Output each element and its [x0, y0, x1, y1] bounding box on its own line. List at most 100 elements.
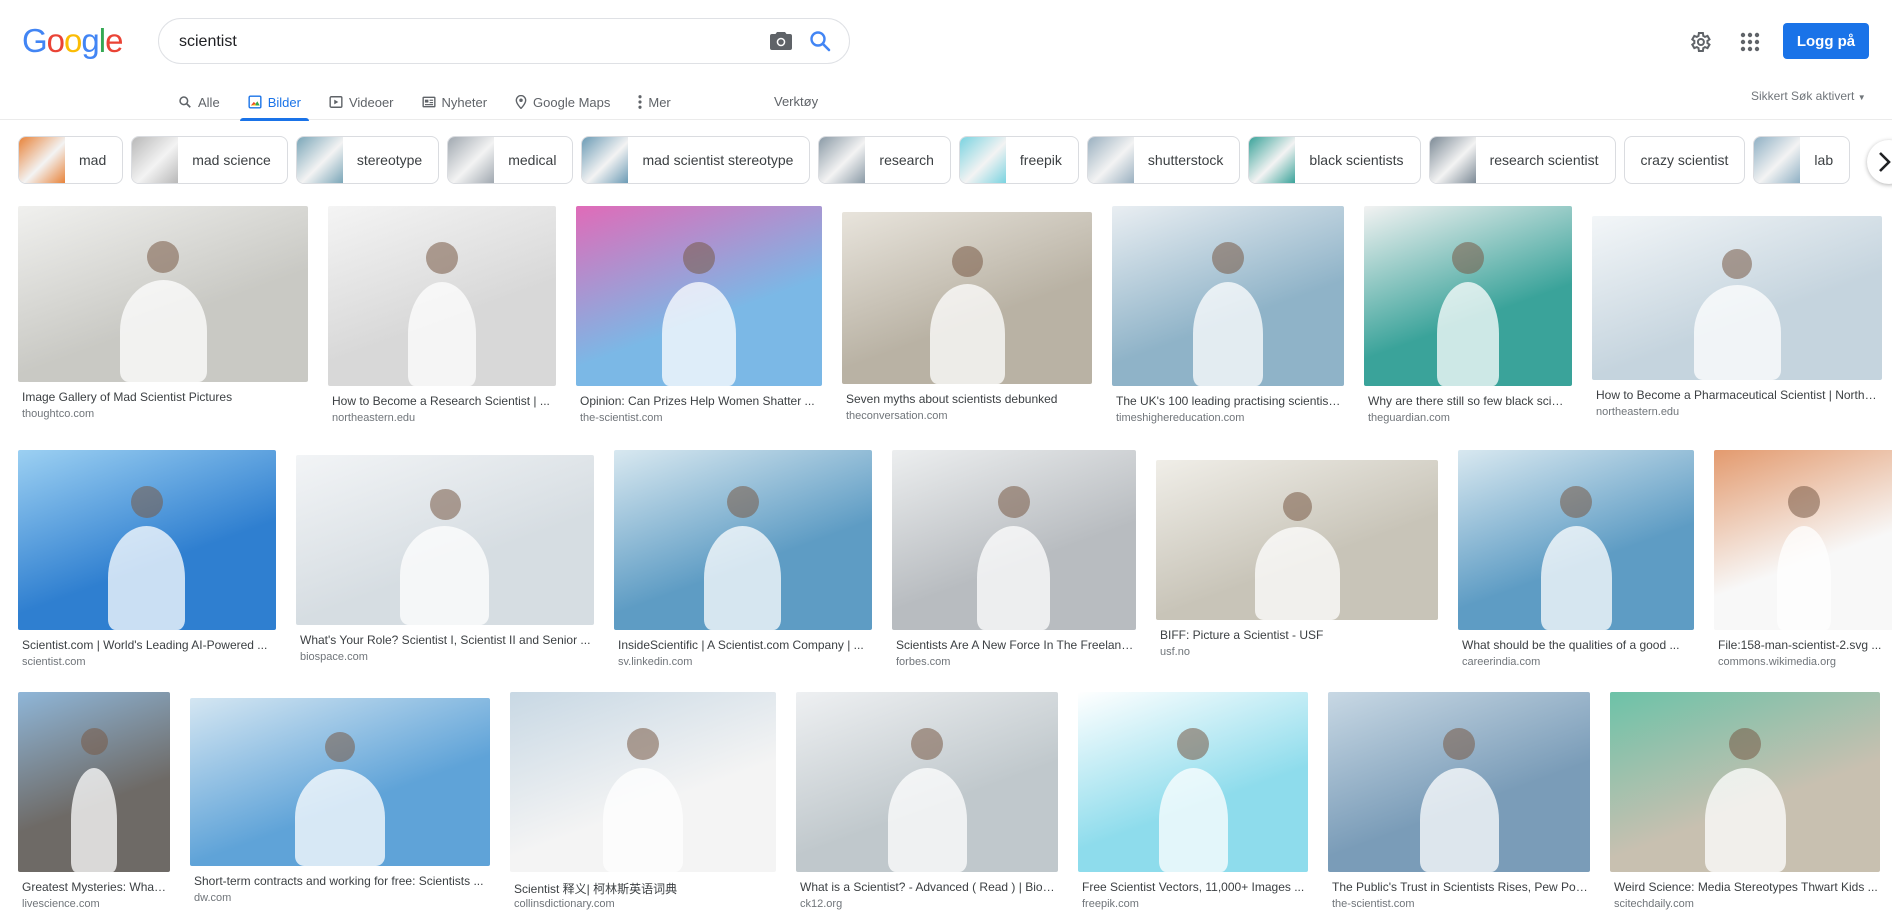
- image-result[interactable]: Scientists Are A New Force In The Freela…: [892, 450, 1136, 678]
- image-result[interactable]: Opinion: Can Prizes Help Women Shatter .…: [576, 206, 822, 434]
- image-result[interactable]: Free Scientist Vectors, 11,000+ Images .…: [1078, 692, 1308, 918]
- result-thumbnail[interactable]: [296, 455, 594, 625]
- tab-alle[interactable]: Alle: [176, 84, 222, 120]
- thumbnail-head: [1452, 242, 1484, 274]
- result-title[interactable]: Seven myths about scientists debunked: [846, 392, 1090, 406]
- result-thumbnail[interactable]: [510, 692, 776, 872]
- result-thumbnail[interactable]: [328, 206, 556, 386]
- result-title[interactable]: What is a Scientist? - Advanced ( Read )…: [800, 880, 1056, 894]
- related-search-chip[interactable]: research scientist: [1428, 136, 1616, 184]
- image-result[interactable]: Greatest Mysteries: What ... livescience.…: [18, 692, 170, 918]
- result-title[interactable]: Scientist.com | World's Leading AI-Power…: [22, 638, 274, 652]
- result-title[interactable]: Scientist 释义| 柯林斯英语词典: [514, 880, 774, 897]
- related-search-chip[interactable]: stereotype: [295, 136, 440, 184]
- result-thumbnail[interactable]: [190, 698, 490, 866]
- result-title[interactable]: Free Scientist Vectors, 11,000+ Images .…: [1082, 880, 1306, 894]
- sign-in-button[interactable]: Logg på: [1783, 23, 1869, 59]
- related-search-chip[interactable]: research: [818, 136, 951, 184]
- image-result[interactable]: What should be the qualities of a good .…: [1458, 450, 1694, 678]
- search-icon[interactable]: [808, 29, 832, 53]
- result-title[interactable]: How to Become a Pharmaceutical Scientist…: [1596, 388, 1880, 402]
- result-thumbnail[interactable]: [614, 450, 872, 630]
- apps-grid-icon[interactable]: [1738, 30, 1762, 54]
- thumbnail-head: [998, 486, 1030, 518]
- image-result[interactable]: How to Become a Pharmaceutical Scientist…: [1592, 216, 1882, 428]
- result-thumbnail[interactable]: [1364, 206, 1572, 386]
- image-result[interactable]: Why are there still so few black scienti…: [1364, 206, 1572, 434]
- result-title[interactable]: How to Become a Research Scientist | ...: [332, 394, 554, 408]
- google-logo[interactable]: Google: [22, 22, 123, 60]
- image-result[interactable]: BIFF: Picture a Scientist - USF usf.no: [1156, 460, 1438, 668]
- result-title[interactable]: Scientists Are A New Force In The Freela…: [896, 638, 1134, 652]
- related-search-chip[interactable]: crazy scientist: [1623, 136, 1746, 184]
- result-thumbnail[interactable]: [892, 450, 1136, 630]
- result-thumbnail[interactable]: [1112, 206, 1344, 386]
- result-thumbnail[interactable]: [18, 206, 308, 382]
- result-title[interactable]: The UK's 100 leading practising scientis…: [1116, 394, 1342, 408]
- result-thumbnail[interactable]: [18, 692, 170, 872]
- result-thumbnail[interactable]: [1078, 692, 1308, 872]
- result-thumbnail[interactable]: [1610, 692, 1880, 872]
- thumbnail-figure: [1541, 526, 1612, 630]
- result-thumbnail[interactable]: [1714, 450, 1892, 630]
- thumbnail-head: [1283, 492, 1312, 521]
- tab-videoer[interactable]: Videoer: [327, 84, 396, 120]
- search-box[interactable]: [158, 18, 850, 64]
- result-thumbnail[interactable]: [1156, 460, 1438, 620]
- image-result[interactable]: Image Gallery of Mad Scientist Pictures t…: [18, 206, 308, 430]
- result-title[interactable]: Opinion: Can Prizes Help Women Shatter .…: [580, 394, 820, 408]
- logo-letter: e: [105, 22, 123, 59]
- image-result[interactable]: The Public's Trust in Scientists Rises, …: [1328, 692, 1590, 918]
- related-search-chip[interactable]: mad science: [131, 136, 288, 184]
- result-thumbnail[interactable]: [796, 692, 1058, 872]
- chip-label: research scientist: [1489, 152, 1599, 168]
- result-title[interactable]: InsideScientific | A Scientist.com Compa…: [618, 638, 870, 652]
- image-result[interactable]: Scientist.com | World's Leading AI-Power…: [18, 450, 276, 678]
- thumbnail-figure: [71, 768, 117, 872]
- related-search-chip[interactable]: freepik: [958, 136, 1079, 184]
- related-search-chip[interactable]: mad: [18, 136, 124, 184]
- result-title[interactable]: Image Gallery of Mad Scientist Pictures: [22, 390, 306, 404]
- tools-button[interactable]: Verktøy: [774, 84, 818, 120]
- image-result[interactable]: Short-term contracts and working for fre…: [190, 698, 490, 914]
- result-title[interactable]: Weird Science: Media Stereotypes Thwart …: [1614, 880, 1878, 894]
- related-search-chip[interactable]: medical: [447, 136, 574, 184]
- image-result[interactable]: What is a Scientist? - Advanced ( Read )…: [796, 692, 1058, 918]
- tab-bilder[interactable]: Bilder: [239, 84, 310, 121]
- result-thumbnail[interactable]: [576, 206, 822, 386]
- chip-label: crazy scientist: [1640, 152, 1729, 168]
- related-search-chip[interactable]: black scientists: [1248, 136, 1421, 184]
- image-result[interactable]: The UK's 100 leading practising scientis…: [1112, 206, 1344, 434]
- image-result[interactable]: Seven myths about scientists debunked the…: [842, 212, 1092, 432]
- chip-thumbnail: [296, 137, 343, 183]
- image-result[interactable]: Scientist 释义| 柯林斯英语词典 collinsdictionary.c…: [510, 692, 776, 918]
- related-search-chip[interactable]: shutterstock: [1086, 136, 1241, 184]
- result-title[interactable]: BIFF: Picture a Scientist - USF: [1160, 628, 1436, 642]
- image-result[interactable]: InsideScientific | A Scientist.com Compa…: [614, 450, 872, 678]
- related-search-chip[interactable]: lab: [1753, 136, 1851, 184]
- search-input[interactable]: [179, 30, 739, 54]
- tab-nyheter[interactable]: Nyheter: [420, 84, 490, 120]
- tab-mer[interactable]: Mer: [636, 84, 672, 120]
- camera-icon[interactable]: [769, 30, 793, 52]
- related-search-chip[interactable]: mad scientist stereotype: [581, 136, 811, 184]
- result-title[interactable]: What should be the qualities of a good .…: [1462, 638, 1692, 652]
- tab-google-maps[interactable]: Google Maps: [513, 84, 612, 120]
- result-thumbnail[interactable]: [1458, 450, 1694, 630]
- result-title[interactable]: Why are there still so few black scienti…: [1368, 394, 1570, 408]
- result-thumbnail[interactable]: [18, 450, 276, 630]
- result-title[interactable]: What's Your Role? Scientist I, Scientist…: [300, 633, 592, 647]
- safesearch-toggle[interactable]: Sikkert Søk aktivert ▼: [1751, 89, 1866, 103]
- result-title[interactable]: Short-term contracts and working for fre…: [194, 874, 488, 888]
- image-result[interactable]: How to Become a Research Scientist | ...…: [328, 206, 556, 434]
- result-thumbnail[interactable]: [1328, 692, 1590, 872]
- image-result[interactable]: What's Your Role? Scientist I, Scientist…: [296, 455, 594, 673]
- image-result[interactable]: File:158-man-scientist-2.svg ... commons.…: [1714, 450, 1892, 678]
- result-title[interactable]: The Public's Trust in Scientists Rises, …: [1332, 880, 1588, 894]
- result-thumbnail[interactable]: [842, 212, 1092, 384]
- result-thumbnail[interactable]: [1592, 216, 1882, 380]
- result-title[interactable]: File:158-man-scientist-2.svg ...: [1718, 638, 1892, 652]
- result-title[interactable]: Greatest Mysteries: What ...: [22, 880, 168, 894]
- image-result[interactable]: Weird Science: Media Stereotypes Thwart …: [1610, 692, 1880, 918]
- gear-icon[interactable]: [1688, 30, 1712, 54]
